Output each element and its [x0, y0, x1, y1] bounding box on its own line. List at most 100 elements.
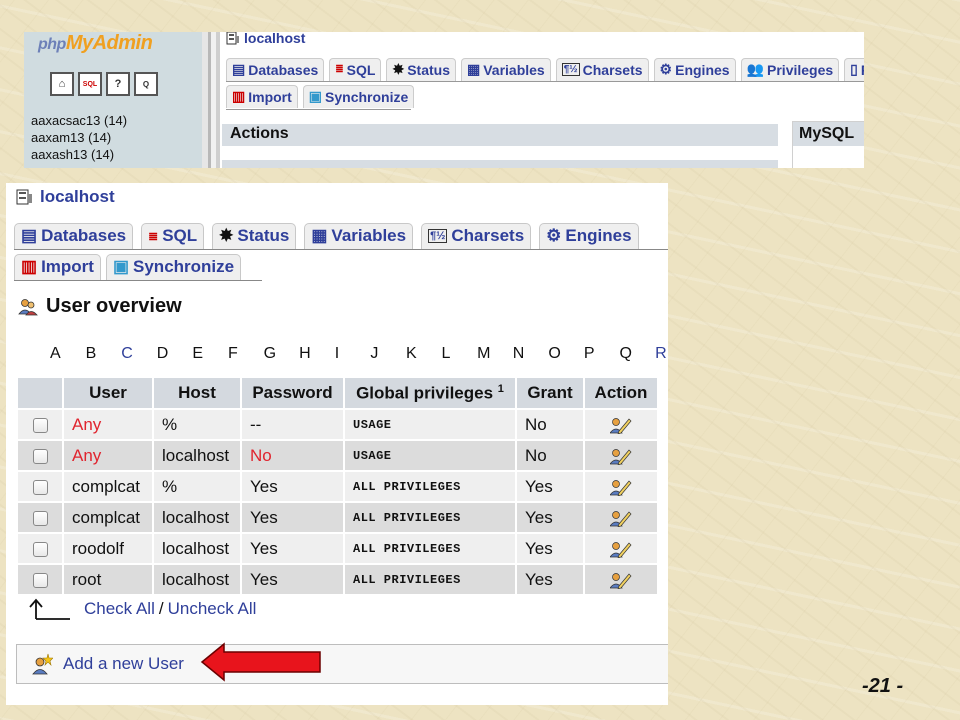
- action-cell: [585, 503, 657, 532]
- initial-letter: P: [583, 345, 595, 362]
- server-breadcrumb[interactable]: localhost: [16, 187, 115, 207]
- logo-php: php: [38, 36, 66, 53]
- database-item[interactable]: aaxam13 (14): [31, 129, 127, 146]
- tab-import[interactable]: ▥ Import: [226, 85, 298, 108]
- initial-letter-link[interactable]: R: [655, 345, 668, 363]
- database-item[interactable]: aaxash13 (14): [31, 146, 127, 163]
- user-cell: complcat: [64, 472, 152, 501]
- user-cell: complcat: [64, 503, 152, 532]
- docs-icon[interactable]: ?: [106, 72, 130, 96]
- tab-engines[interactable]: ⚙ Engines: [539, 223, 639, 249]
- tab-import[interactable]: ▥ Import: [14, 254, 101, 280]
- initial-letter: N: [512, 345, 525, 362]
- table-row: Any% -- USAGE No: [18, 410, 657, 439]
- initial-letter: H: [299, 345, 311, 362]
- home-icon[interactable]: ⌂: [50, 72, 74, 96]
- column-header-user[interactable]: User: [64, 378, 152, 408]
- server-breadcrumb[interactable]: localhost: [226, 32, 305, 46]
- initial-letter-link[interactable]: C: [121, 345, 157, 363]
- bulk-select-bar: Check All / Uncheck All: [26, 597, 256, 621]
- tab-charsets[interactable]: ¶½ Charsets: [421, 223, 532, 249]
- privileges-cell: ALL PRIVILEGES: [345, 534, 515, 563]
- row-checkbox[interactable]: [32, 510, 48, 526]
- column-header-grant[interactable]: Grant: [517, 378, 583, 408]
- tab-databases[interactable]: ▤ Databases: [14, 223, 134, 249]
- host-cell: %: [154, 410, 240, 439]
- phpmyadmin-logo[interactable]: phpMyAdmin: [38, 32, 153, 55]
- grant-cell: No: [517, 410, 583, 439]
- tab-charsets[interactable]: ¶½ Charsets: [555, 58, 649, 81]
- background-screenshot: phpMyAdmin ⌂ SQL ? Q aaxacsac13 (14) aax…: [24, 32, 864, 168]
- red-arrow-annotation: [200, 642, 321, 682]
- footnote-mark: 1: [497, 382, 504, 395]
- uncheck-all-link[interactable]: Uncheck All: [168, 599, 257, 619]
- import-icon: ▥: [232, 88, 246, 104]
- user-cell: Any: [64, 441, 152, 470]
- database-item[interactable]: aaxacsac13 (14): [31, 112, 127, 129]
- table-header-row: User Host Password Global privileges 1 G…: [18, 378, 657, 408]
- password-cell: Yes: [242, 565, 343, 594]
- row-checkbox[interactable]: [32, 417, 48, 433]
- privileges-cell: ALL PRIVILEGES: [345, 503, 515, 532]
- page-number: -21 -: [862, 675, 904, 697]
- tab-sql[interactable]: ≣ SQL: [141, 223, 205, 249]
- row-checkbox[interactable]: [32, 541, 48, 557]
- column-header-password[interactable]: Password: [242, 378, 343, 408]
- tab-synchronize[interactable]: ▣ Synchronize: [302, 85, 415, 108]
- tab-synchronize[interactable]: ▣ Synchronize: [105, 254, 242, 280]
- initial-letter: J: [370, 345, 379, 362]
- edit-privileges-icon[interactable]: [610, 478, 632, 497]
- tab-engines[interactable]: ⚙ Engines: [653, 58, 736, 81]
- column-header-host[interactable]: Host: [154, 378, 240, 408]
- action-cell: [585, 441, 657, 470]
- edit-privileges-icon[interactable]: [610, 447, 632, 466]
- tab-variables[interactable]: ▦ Variables: [304, 223, 414, 249]
- column-header-action: Action: [585, 378, 657, 408]
- server-name: localhost: [244, 32, 306, 46]
- grant-cell: No: [517, 441, 583, 470]
- host-cell: localhost: [154, 565, 240, 594]
- check-all-link[interactable]: Check All: [84, 599, 155, 619]
- tab-replication[interactable]: ▯Re: [844, 58, 864, 81]
- row-select-cell: [18, 534, 62, 563]
- add-user-link[interactable]: Add a new User: [63, 654, 184, 674]
- edit-privileges-icon[interactable]: [610, 540, 632, 559]
- row-checkbox[interactable]: [32, 448, 48, 464]
- row-checkbox[interactable]: [32, 479, 48, 495]
- privileges-cell: USAGE: [345, 441, 515, 470]
- column-header-global-privileges[interactable]: Global privileges 1: [345, 378, 515, 408]
- tab-status[interactable]: ✸ Status: [212, 223, 297, 249]
- edit-privileges-icon[interactable]: [610, 416, 632, 435]
- tab-status[interactable]: ✸ Status: [386, 58, 456, 81]
- frame-divider[interactable]: [202, 32, 226, 168]
- navigation-frame: phpMyAdmin ⌂ SQL ? Q aaxacsac13 (14) aax…: [24, 32, 202, 168]
- edit-privileges-icon[interactable]: [610, 509, 632, 528]
- sql-icon: ≣: [335, 64, 344, 75]
- top-main-frame: localhost ▤ Databases ≣ SQL ✸ Status ▦ Varia…: [222, 32, 864, 168]
- tab-variables[interactable]: ▦ Variables: [460, 58, 551, 81]
- table-row: complcat% Yes ALL PRIVILEGES Yes: [18, 472, 657, 501]
- sql-icon[interactable]: SQL: [78, 72, 102, 96]
- tab-databases[interactable]: ▤ Databases: [226, 58, 325, 81]
- initial-letter: O: [548, 345, 561, 362]
- tab-divider: [14, 249, 668, 250]
- initial-letter: A: [50, 345, 61, 362]
- action-cell: [585, 472, 657, 501]
- user-cell: roodolf: [64, 534, 152, 563]
- host-cell: localhost: [154, 441, 240, 470]
- logo-myadmin: MyAdmin: [65, 32, 153, 54]
- query-icon[interactable]: Q: [134, 72, 158, 96]
- host-cell: %: [154, 472, 240, 501]
- edit-privileges-icon[interactable]: [610, 571, 632, 590]
- tab-sql[interactable]: ≣ SQL: [329, 58, 382, 81]
- tab-privileges[interactable]: 👥 Privileges: [740, 58, 840, 81]
- mysql-heading: MySQL: [793, 122, 864, 146]
- separator: /: [158, 599, 164, 618]
- row-checkbox[interactable]: [32, 572, 48, 588]
- privileges-icon: 👥: [746, 61, 765, 77]
- arrow-up-left-icon: [29, 598, 70, 620]
- server-icon: [226, 32, 239, 45]
- tab-divider: [14, 280, 262, 281]
- initial-letter: B: [85, 345, 97, 362]
- select-column-header: [18, 378, 62, 408]
